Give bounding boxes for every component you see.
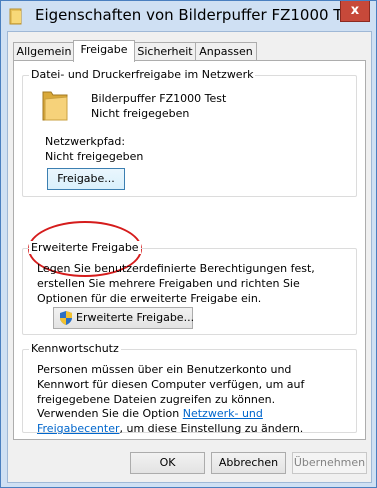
network-sharing-group-title: Datei- und Druckerfreigabe im Netzwerk [29,68,256,81]
tab-freigabe[interactable]: Freigabe [73,40,135,62]
network-sharing-group: Datei- und Druckerfreigabe im Netzwerk B… [22,68,357,197]
sharing-tab-panel: Datei- und Druckerfreigabe im Netzwerk B… [13,60,366,440]
uac-shield-icon [60,311,72,325]
folder-share-status: Nicht freigegeben [91,107,190,120]
tab-sicherheit[interactable]: Sicherheit [133,42,197,61]
tab-allgemein[interactable]: Allgemein [13,42,75,61]
window-title: Eigenschaften von Bilderpuffer FZ1000 Te… [35,6,363,24]
password-protection-option: Verwenden Sie die Option Netzwerk- und F… [37,406,343,436]
advanced-sharing-button-label: Erweiterte Freigabe... [76,311,195,324]
password-protection-description: Personen müssen über ein Benutzerkonto u… [37,363,305,406]
tab-anpassen[interactable]: Anpassen [195,42,257,61]
option-text-after: , um diese Einstellung zu ändern. [119,422,304,435]
title-bar[interactable]: Eigenschaften von Bilderpuffer FZ1000 Te… [1,1,376,31]
advanced-sharing-group: Erweiterte Freigabe Legen Sie benutzerde… [22,241,357,335]
advanced-sharing-group-title: Erweiterte Freigabe [29,241,141,254]
share-button[interactable]: Freigabe... [47,168,125,190]
password-protection-group: Kennwortschutz Personen müssen über ein … [22,342,357,436]
folder-name: Bilderpuffer FZ1000 Test [91,92,227,105]
advanced-sharing-description: Legen Sie benutzerdefinierte Berechtigun… [37,262,315,305]
properties-window: Eigenschaften von Bilderpuffer FZ1000 Te… [0,0,377,488]
option-text-before: Verwenden Sie die Option [37,407,183,420]
shared-folder-icon [42,91,68,121]
cancel-button[interactable]: Abbrechen [211,452,286,474]
apply-button[interactable]: Übernehmen [292,452,367,474]
advanced-sharing-button[interactable]: Erweiterte Freigabe... [53,307,195,329]
network-path-label: Netzwerkpfad: [45,135,126,148]
ok-button[interactable]: OK [130,452,205,474]
folder-icon [9,8,22,25]
network-path-value: Nicht freigegeben [45,150,144,163]
password-protection-group-title: Kennwortschutz [29,342,121,355]
dialog-client: Allgemein Freigabe Sicherheit Anpassen D… [7,31,372,483]
close-button[interactable]: x [340,1,370,22]
